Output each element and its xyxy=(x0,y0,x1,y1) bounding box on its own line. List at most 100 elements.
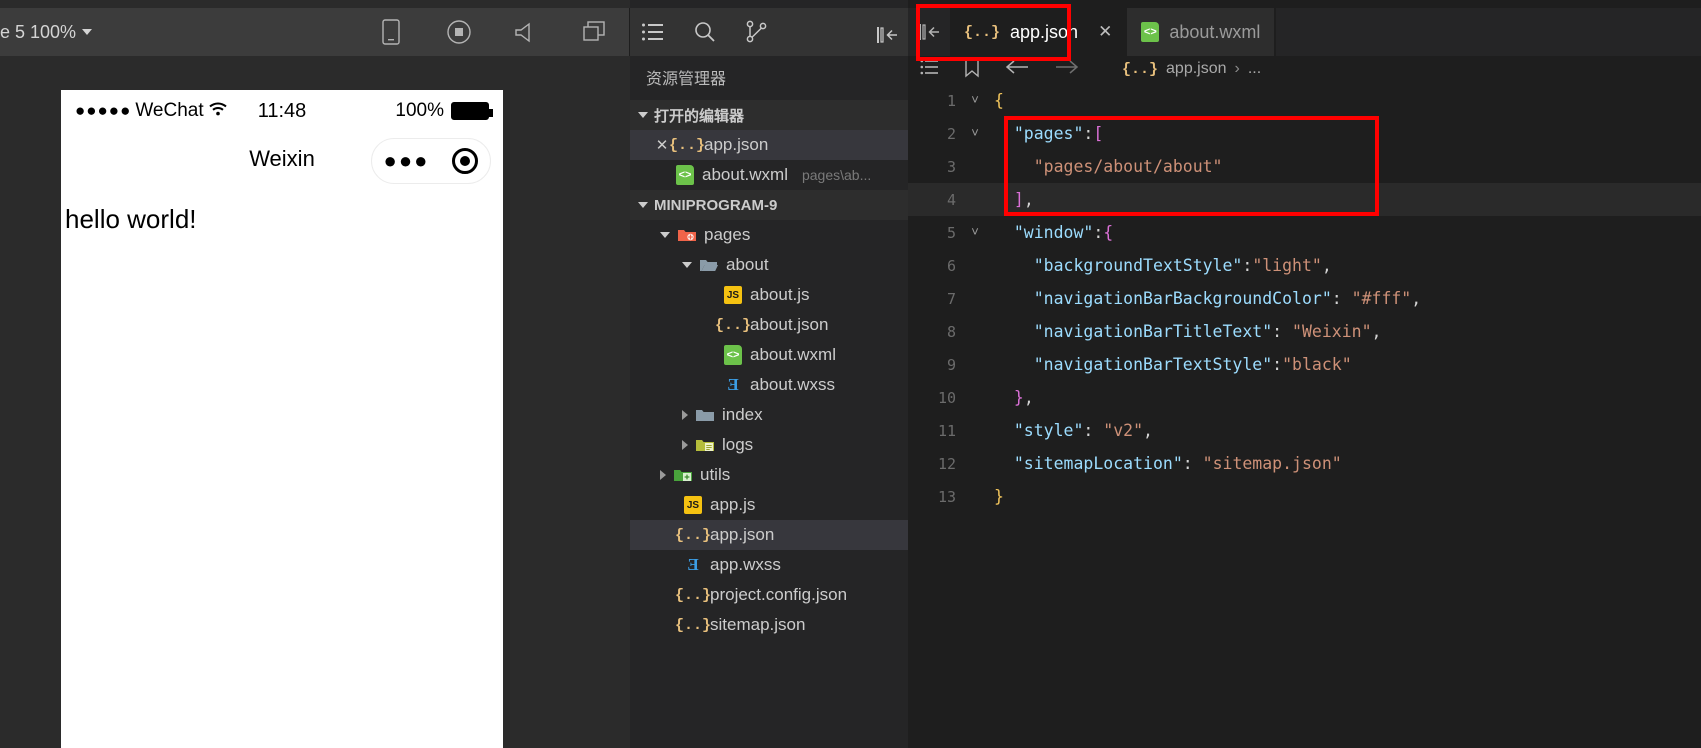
open-editors-header[interactable]: 打开的编辑器 xyxy=(630,100,908,130)
tree-item-about[interactable]: about xyxy=(630,250,908,280)
phone-simulator[interactable]: ●●●●● WeChat 11:48 100% Weixin ●●● hello… xyxy=(61,90,503,748)
code-line[interactable]: 11 "style": "v2", xyxy=(908,414,1701,447)
code-line[interactable]: 6 "backgroundTextStyle":"light", xyxy=(908,249,1701,282)
close-icon[interactable]: ✕ xyxy=(1098,22,1112,42)
wxss-icon: Ǝ xyxy=(687,555,699,574)
tree-item-label: sitemap.json xyxy=(710,615,806,634)
bookmark-icon[interactable] xyxy=(964,56,980,82)
tree-item-label: index xyxy=(722,405,763,424)
source-control-icon[interactable] xyxy=(744,19,770,45)
code-line[interactable]: 9 "navigationBarTextStyle":"black" xyxy=(908,348,1701,381)
js-icon: JS xyxy=(722,286,744,304)
tree-item-about-wxml[interactable]: <> about.wxml xyxy=(630,340,908,370)
tree-item-app-js[interactable]: JS app.js xyxy=(630,490,908,520)
tree-item-about-js[interactable]: JS about.js xyxy=(630,280,908,310)
tree-item-label: utils xyxy=(700,465,731,484)
tree-item-label: about.wxss xyxy=(750,375,836,394)
code-editor[interactable]: 1 ˅{2 ˅ "pages":[3 "pages/about/about" 4 ],… xyxy=(908,84,1701,518)
tab-label: about.wxml xyxy=(1169,21,1261,42)
code-line[interactable]: 12 "sitemapLocation": "sitemap.json" xyxy=(908,447,1701,480)
explorer-icon[interactable] xyxy=(640,19,666,45)
back-arrow-icon[interactable] xyxy=(1004,59,1030,80)
line-number: 12 xyxy=(937,454,956,473)
chevron-right-icon[interactable] xyxy=(660,470,666,480)
forward-arrow-icon[interactable] xyxy=(1054,59,1080,80)
chevron-down-icon[interactable] xyxy=(660,232,670,238)
simulator-toolbar: e 5 100% xyxy=(0,8,630,56)
tree-item-pages[interactable]: pages xyxy=(630,220,908,250)
wxss-icon: Ǝ xyxy=(727,375,739,394)
phone-page-body: hello world! xyxy=(61,194,503,245)
line-number: 2 xyxy=(946,124,956,143)
line-number: 5 xyxy=(946,223,956,242)
breadcrumb-path[interactable]: {..} app.json › ... xyxy=(1122,60,1261,78)
code-line[interactable]: 5 ˅ "window":{ xyxy=(908,216,1701,249)
line-number: 9 xyxy=(946,355,956,374)
code-line-text: "backgroundTextStyle":"light", xyxy=(1033,256,1332,275)
code-line-text: "style": "v2", xyxy=(1013,421,1153,440)
code-line[interactable]: 4 ], xyxy=(908,183,1701,216)
tab-about-wxml[interactable]: <> about.wxml xyxy=(1127,8,1276,56)
code-line[interactable]: 10 }, xyxy=(908,381,1701,414)
more-dots-icon[interactable]: ●●● xyxy=(384,150,430,172)
tree-item-index[interactable]: index xyxy=(630,400,908,430)
code-line[interactable]: 13} xyxy=(908,480,1701,513)
tree-item-label: app.js xyxy=(710,495,756,514)
line-number: 13 xyxy=(937,487,956,506)
wxml-icon: <> xyxy=(674,165,696,185)
fold-chevron-down-icon[interactable]: ˅ xyxy=(962,225,988,240)
explorer-title: 资源管理器 xyxy=(646,71,727,88)
code-line-text: "window":{ xyxy=(1013,223,1114,242)
open-editors-label: 打开的编辑器 xyxy=(654,107,745,125)
record-icon[interactable] xyxy=(446,19,472,45)
open-editor-about-wxml[interactable]: <> about.wxml pages\ab... xyxy=(630,160,908,190)
collapse-sidebar-icon[interactable] xyxy=(874,22,900,48)
fold-chevron-down-icon[interactable]: ˅ xyxy=(962,93,988,108)
tab-app-json[interactable]: {..} app.json ✕ xyxy=(950,8,1128,56)
open-editor-path: pages\ab... xyxy=(801,167,872,183)
json-icon: {..} xyxy=(1122,60,1159,78)
open-editor-app-json[interactable]: ✕ {..} app.json xyxy=(630,130,908,160)
search-icon[interactable] xyxy=(692,19,718,45)
editor-tab-bar: {..} app.json ✕ <> about.wxml xyxy=(908,8,1701,56)
breadcrumb-file[interactable]: app.json xyxy=(1166,60,1227,78)
code-line[interactable]: 8 "navigationBarTitleText": "Weixin", xyxy=(908,315,1701,348)
fold-chevron-down-icon[interactable]: ˅ xyxy=(962,126,988,141)
tree-item-label: about.json xyxy=(750,315,829,334)
tree-item-label: pages xyxy=(704,225,751,244)
chevron-right-icon[interactable] xyxy=(682,410,688,420)
chevron-down-icon xyxy=(638,112,648,118)
chevron-down-icon[interactable] xyxy=(682,262,692,268)
tab-label: app.json xyxy=(1010,21,1079,42)
code-line[interactable]: 3 "pages/about/about" xyxy=(908,150,1701,183)
breadcrumb-rest[interactable]: ... xyxy=(1248,60,1261,78)
tree-item-about-json[interactable]: {..} about.json xyxy=(630,310,908,340)
tree-item-app-wxss[interactable]: Ǝ app.wxss xyxy=(630,550,908,580)
tree-item-about-wxss[interactable]: Ǝ about.wxss xyxy=(630,370,908,400)
phone-icon[interactable] xyxy=(378,19,404,45)
chevron-right-icon[interactable] xyxy=(682,440,688,450)
tree-item-project-config-json[interactable]: {..} project.config.json xyxy=(630,580,908,610)
editor-area: {..} app.json ✕ <> about.wxml {..} app.j… xyxy=(908,0,1701,748)
json-icon: {..} xyxy=(675,616,712,634)
simulator-zoom-control[interactable]: e 5 100% xyxy=(0,22,93,43)
folder-icon xyxy=(694,407,716,423)
close-icon[interactable]: ✕ xyxy=(654,136,670,154)
volume-icon[interactable] xyxy=(514,19,540,45)
window-icon[interactable] xyxy=(582,19,608,45)
breadcrumb-separator: › xyxy=(1234,60,1240,77)
tree-item-logs[interactable]: logs xyxy=(630,430,908,460)
outline-icon[interactable] xyxy=(920,59,940,80)
wechat-capsule-button[interactable]: ●●● xyxy=(371,138,491,184)
close-circle-icon[interactable] xyxy=(452,148,479,174)
tree-item-label: logs xyxy=(722,435,754,454)
toggle-sidebar-icon[interactable] xyxy=(908,8,950,56)
tree-item-app-json[interactable]: {..} app.json xyxy=(630,520,908,550)
project-header[interactable]: MINIPROGRAM-9 xyxy=(630,190,908,220)
code-line-text: "pages/about/about" xyxy=(1033,157,1223,176)
code-line[interactable]: 2 ˅ "pages":[ xyxy=(908,117,1701,150)
code-line[interactable]: 1 ˅ { xyxy=(908,84,1701,117)
tree-item-utils[interactable]: utils xyxy=(630,460,908,490)
code-line[interactable]: 7 "navigationBarBackgroundColor": "#fff"… xyxy=(908,282,1701,315)
tree-item-sitemap-json[interactable]: {..} sitemap.json xyxy=(630,610,908,640)
